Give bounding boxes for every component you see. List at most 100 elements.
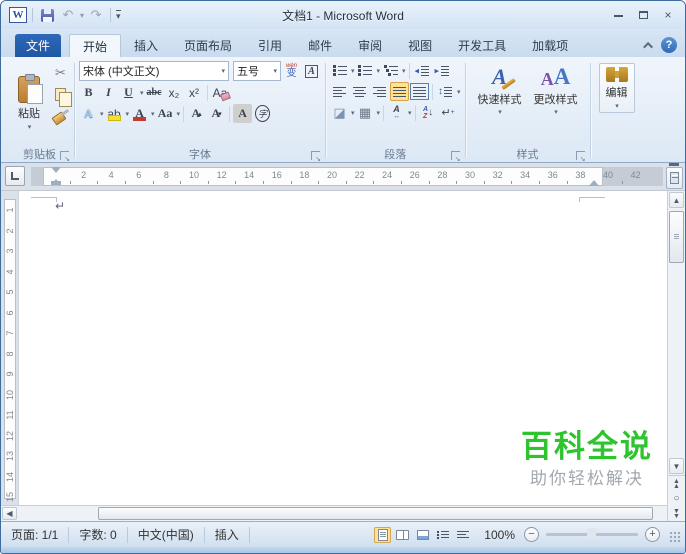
view-draft-button[interactable]	[454, 527, 471, 543]
cut-button[interactable]: ✂	[51, 63, 70, 82]
format-painter-button[interactable]	[51, 107, 70, 126]
enclose-characters-button[interactable]: 字	[253, 104, 272, 123]
horizontal-scrollbar[interactable]: ◀	[1, 505, 667, 521]
underline-dropdown-icon[interactable]: ▾	[140, 89, 144, 97]
align-right-button[interactable]	[370, 82, 389, 101]
collapse-ribbon-icon[interactable]	[643, 41, 654, 52]
underline-button[interactable]: U	[119, 83, 138, 102]
vertical-scroll-track[interactable]	[668, 209, 685, 457]
previous-page-button[interactable]: ▲ ▲	[668, 476, 685, 491]
vertical-scrollbar[interactable]: ▲ ▼ ▲ ▲ ○ ▼ ▼	[667, 191, 685, 521]
character-shading-button[interactable]: A	[233, 104, 253, 123]
tab-插入[interactable]: 插入	[121, 34, 171, 57]
change-case-dropdown-icon[interactable]: ▾	[177, 110, 181, 118]
align-center-button[interactable]	[350, 82, 369, 101]
strikethrough-button[interactable]: abc	[145, 83, 164, 102]
view-web-layout-button[interactable]	[414, 527, 431, 543]
borders-button[interactable]: ▦	[356, 103, 375, 122]
change-case-button[interactable]: Aa	[156, 104, 175, 123]
zoom-level[interactable]: 100%	[484, 528, 515, 542]
highlight-dropdown-icon[interactable]: ▾	[126, 110, 130, 118]
multilevel-list-button[interactable]	[381, 61, 400, 80]
vertical-scroll-thumb[interactable]	[669, 211, 684, 263]
font-color-button[interactable]: A	[130, 104, 149, 123]
next-page-button[interactable]: ▼ ▼	[668, 506, 685, 521]
sort-button[interactable]: A Z ↓	[419, 103, 438, 122]
italic-button[interactable]: I	[99, 83, 118, 102]
shading-dropdown-icon[interactable]: ▾	[351, 109, 355, 117]
status-page-count[interactable]: 页面: 1/1	[1, 526, 70, 543]
editing-button[interactable]: 编辑 ▾	[598, 63, 635, 113]
ruler-toggle-button[interactable]	[666, 167, 683, 189]
zoom-out-button[interactable]: −	[524, 527, 539, 542]
horizontal-scroll-thumb[interactable]	[98, 507, 653, 520]
horizontal-ruler[interactable]: 2 4 6 8 10 12 14 16 18 20 22 24 26 28 30 32 34 36 38 40 42	[31, 167, 663, 186]
word-logo-icon[interactable]: W	[9, 7, 27, 23]
zoom-slider-track[interactable]	[546, 528, 638, 541]
increase-indent-button[interactable]	[433, 61, 452, 80]
undo-dropdown-icon[interactable]: ▾	[80, 11, 84, 20]
numbering-button[interactable]	[356, 61, 375, 80]
restore-button[interactable]	[634, 8, 652, 22]
tab-审阅[interactable]: 审阅	[345, 34, 395, 57]
distribute-button[interactable]	[410, 82, 429, 101]
view-fullscreen-reading-button[interactable]	[394, 527, 411, 543]
quick-styles-dropdown-icon[interactable]: ▾	[498, 108, 502, 116]
font-size-select[interactable]: 五号 ▾	[233, 61, 281, 81]
tab-file[interactable]: 文件	[15, 34, 61, 57]
justify-button[interactable]	[390, 82, 409, 101]
shrink-font-button[interactable]: A ▾	[207, 104, 226, 123]
status-word-count[interactable]: 字数: 0	[69, 526, 128, 543]
status-language[interactable]: 中文(中国)	[128, 526, 205, 543]
multilevel-dropdown-icon[interactable]: ▾	[402, 67, 406, 75]
asian-layout-dropdown-icon[interactable]: ▾	[408, 109, 412, 117]
minimize-button[interactable]	[609, 8, 627, 22]
numbering-dropdown-icon[interactable]: ▾	[377, 67, 381, 75]
text-effects-dropdown-icon[interactable]: ▾	[100, 110, 104, 118]
zoom-in-button[interactable]: +	[645, 527, 660, 542]
tab-引用[interactable]: 引用	[245, 34, 295, 57]
tab-视图[interactable]: 视图	[395, 34, 445, 57]
redo-icon[interactable]: ↷	[87, 6, 105, 24]
font-name-select[interactable]: 宋体 (中文正文) ▾	[79, 61, 229, 81]
scroll-left-icon[interactable]: ◀	[2, 507, 17, 520]
show-marks-button[interactable]: ↵ +	[439, 103, 458, 122]
copy-button[interactable]	[51, 85, 72, 107]
highlight-color-button[interactable]: ab	[105, 104, 124, 123]
qat-customize-icon[interactable]: ▾	[116, 9, 121, 21]
resize-grip-icon[interactable]	[669, 530, 681, 543]
scroll-down-icon[interactable]: ▼	[669, 458, 684, 474]
bullets-dropdown-icon[interactable]: ▾	[351, 67, 355, 75]
paste-button[interactable]: 粘贴 ▾	[9, 61, 49, 146]
editing-dropdown-icon[interactable]: ▾	[615, 102, 619, 110]
tab-开始[interactable]: 开始	[69, 34, 122, 57]
select-browse-object-button[interactable]: ○	[668, 491, 685, 506]
asian-layout-button[interactable]: A ↔	[387, 103, 406, 122]
horizontal-scroll-track[interactable]	[18, 506, 667, 521]
paragraph-dialog-launcher-icon[interactable]	[450, 151, 461, 163]
tab-stop-selector[interactable]	[5, 166, 25, 186]
tab-加载项[interactable]: 加载项	[519, 34, 581, 57]
change-styles-dropdown-icon[interactable]: ▾	[554, 108, 558, 116]
subscript-button[interactable]: x₂	[165, 83, 184, 102]
zoom-slider-thumb[interactable]	[587, 528, 596, 541]
view-print-layout-button[interactable]	[374, 526, 392, 543]
save-icon[interactable]	[38, 6, 56, 24]
view-outline-button[interactable]	[434, 527, 451, 543]
close-button[interactable]: ×	[659, 8, 677, 22]
status-insert-mode[interactable]: 插入	[205, 526, 250, 543]
shading-button[interactable]: ◪	[330, 103, 349, 122]
text-effects-button[interactable]: A	[79, 104, 98, 123]
decrease-indent-button[interactable]	[413, 61, 432, 80]
quick-styles-button[interactable]: A 快速样式 ▾	[474, 61, 526, 146]
character-border-button[interactable]: A	[302, 62, 321, 81]
left-indent-marker[interactable]	[51, 181, 61, 185]
bullets-button[interactable]	[330, 61, 349, 80]
font-dialog-launcher-icon[interactable]	[311, 151, 321, 163]
line-spacing-button[interactable]	[436, 82, 455, 101]
split-handle[interactable]	[669, 163, 679, 166]
superscript-button[interactable]: x²	[185, 83, 204, 102]
tab-开发工具[interactable]: 开发工具	[445, 34, 519, 57]
tab-邮件[interactable]: 邮件	[295, 34, 345, 57]
change-styles-button[interactable]: AA 更改样式 ▾	[530, 61, 582, 146]
